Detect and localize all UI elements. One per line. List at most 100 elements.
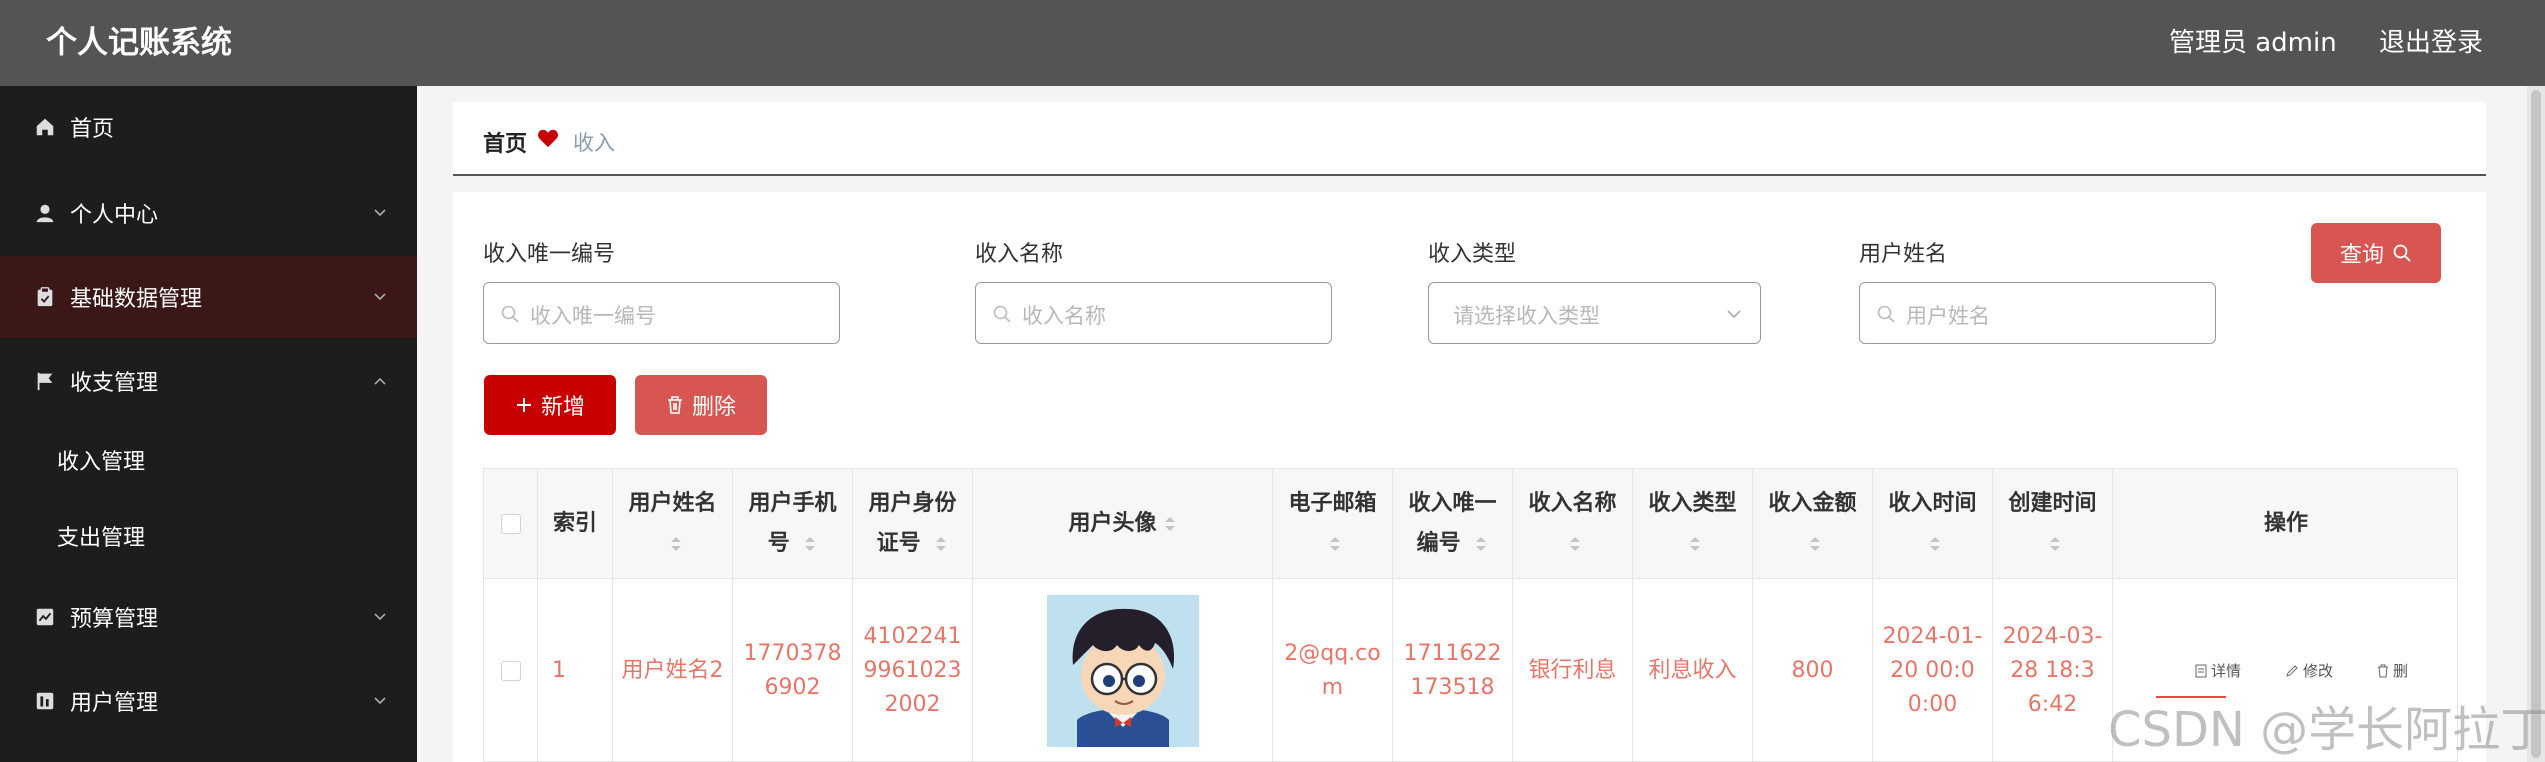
cell-email: 2@qq.com [1273, 579, 1393, 761]
delete-button[interactable]: 删除 [635, 375, 767, 435]
heart-icon [538, 129, 558, 148]
home-icon [36, 118, 54, 136]
cell-phone: 17703786902 [733, 579, 853, 761]
th-income-name[interactable]: 收入名称 [1513, 469, 1633, 579]
sidebar-item-budget[interactable]: 预算管理 [0, 576, 417, 658]
user-label[interactable]: 管理员 admin [2169, 28, 2337, 58]
app-title: 个人记账系统 [46, 25, 232, 61]
sidebar-item-label: 用户管理 [70, 691, 159, 716]
sidebar-item-basic-data[interactable]: 基础数据管理 [0, 256, 417, 338]
th-phone-label: 用户手机号 [748, 491, 837, 556]
cell-avatar [973, 579, 1273, 761]
add-button-label: 新增 [540, 395, 585, 420]
breadcrumb-current: 收入 [573, 131, 615, 155]
sort-icon[interactable] [1928, 534, 1942, 554]
vertical-scrollbar[interactable] [2527, 86, 2545, 762]
select-all-checkbox[interactable] [500, 514, 521, 534]
chevron-down-icon [1727, 310, 1741, 319]
income-type-placeholder: 请选择收入类型 [1453, 304, 1600, 328]
th-email[interactable]: 电子邮箱 [1273, 469, 1393, 579]
sort-icon[interactable] [1474, 534, 1488, 554]
delete-button-label: 删除 [691, 395, 736, 420]
trash-icon [667, 396, 682, 414]
cell-id-card: 410224199610232002 [853, 579, 973, 761]
income-no-label: 收入唯一编号 [483, 242, 616, 267]
avatar-image[interactable] [1046, 595, 1199, 747]
cell-index: 1 [538, 579, 613, 761]
flag-icon [37, 372, 53, 391]
clipboard-icon [37, 287, 53, 307]
row-checkbox[interactable] [500, 661, 521, 681]
sort-icon[interactable] [1163, 514, 1177, 534]
sort-icon[interactable] [2048, 534, 2062, 554]
sidebar-item-home[interactable]: 首页 [0, 86, 417, 168]
row-delete-button[interactable]: 删 [2377, 654, 2408, 688]
user-name-placeholder: 用户姓名 [1906, 304, 1990, 328]
breadcrumb: 首页 收入 [453, 102, 2486, 176]
sidebar-item-label: 收支管理 [70, 371, 159, 396]
cell-user-name: 用户姓名2 [613, 579, 733, 761]
th-avatar[interactable]: 用户头像 [973, 469, 1273, 579]
th-id-card[interactable]: 用户身份证号 [853, 469, 973, 579]
sidebar-item-personal-center[interactable]: 个人中心 [0, 172, 417, 254]
sidebar-subitem-income[interactable]: 收入管理 [0, 424, 417, 496]
th-income-type-label: 收入类型 [1648, 491, 1737, 516]
sort-icon[interactable] [1328, 534, 1342, 554]
sidebar-item-income-expense[interactable]: 收支管理 [0, 340, 417, 422]
logout-button[interactable]: 退出登录 [2379, 28, 2483, 58]
chevron-down-icon [374, 209, 386, 217]
query-button[interactable]: 查询 [2311, 223, 2441, 283]
income-type-select[interactable]: 请选择收入类型 [1428, 282, 1761, 344]
users-icon [36, 692, 54, 710]
income-name-input[interactable]: 收入名称 [975, 282, 1332, 344]
th-income-name-label: 收入名称 [1528, 491, 1617, 516]
sort-icon[interactable] [803, 534, 817, 554]
detail-button[interactable]: 详情 [2195, 654, 2241, 688]
detail-button-label: 详情 [2211, 662, 2242, 680]
watermark: CSDN @学长阿拉丁 [2108, 702, 2545, 758]
income-no-input[interactable]: 收入唯一编号 [483, 282, 840, 344]
search-icon [1877, 305, 1895, 323]
chevron-down-icon [374, 293, 386, 301]
edit-icon [2286, 665, 2298, 677]
th-create-time[interactable]: 创建时间 [1993, 469, 2113, 579]
th-income-time[interactable]: 收入时间 [1873, 469, 1993, 579]
th-income-no[interactable]: 收入唯一编号 [1393, 469, 1513, 579]
th-user-name[interactable]: 用户姓名 [613, 469, 733, 579]
sort-icon[interactable] [1568, 534, 1582, 554]
table-header: 索引 用户姓名 用户手机号 用户身份证号 用户头像 电子邮箱 收入唯一编号 收入… [484, 469, 2457, 579]
add-button[interactable]: 新增 [484, 375, 616, 435]
row-delete-button-label: 删 [2393, 662, 2409, 680]
user-name-input[interactable]: 用户姓名 [1859, 282, 2216, 344]
th-index-label: 索引 [552, 511, 597, 536]
sort-icon[interactable] [934, 534, 948, 554]
th-phone[interactable]: 用户手机号 [733, 469, 853, 579]
income-type-label: 收入类型 [1428, 242, 1517, 267]
trash-icon [2378, 664, 2389, 678]
th-operations: 操作 [2113, 469, 2457, 579]
sort-icon[interactable] [1808, 534, 1822, 554]
sort-icon[interactable] [669, 534, 683, 554]
th-income-type[interactable]: 收入类型 [1633, 469, 1753, 579]
chevron-down-icon [374, 613, 386, 621]
sidebar-item-label: 个人中心 [70, 203, 159, 228]
scrollbar-thumb[interactable] [2531, 90, 2541, 758]
plus-icon [516, 398, 531, 412]
sidebar-subitem-expense[interactable]: 支出管理 [0, 500, 417, 572]
top-right-area: 管理员 admin 退出登录 [2135, 24, 2483, 62]
select-all-cell [484, 469, 538, 579]
sidebar-item-user-management[interactable]: 用户管理 [0, 660, 417, 742]
th-avatar-label: 用户头像 [1068, 511, 1157, 536]
th-amount[interactable]: 收入金额 [1753, 469, 1873, 579]
top-bar: 个人记账系统 管理员 admin 退出登录 [0, 0, 2545, 86]
user-name-label: 用户姓名 [1859, 242, 1948, 267]
th-user-name-label: 用户姓名 [628, 491, 717, 516]
sort-icon[interactable] [1688, 534, 1702, 554]
edit-button[interactable]: 修改 [2285, 654, 2333, 688]
search-icon [993, 305, 1011, 323]
income-name-placeholder: 收入名称 [1022, 304, 1106, 328]
cell-income-name: 银行利息 [1513, 579, 1633, 761]
income-no-placeholder: 收入唯一编号 [530, 304, 656, 328]
breadcrumb-home[interactable]: 首页 [483, 126, 527, 158]
sidebar-item-label: 预算管理 [70, 607, 159, 632]
